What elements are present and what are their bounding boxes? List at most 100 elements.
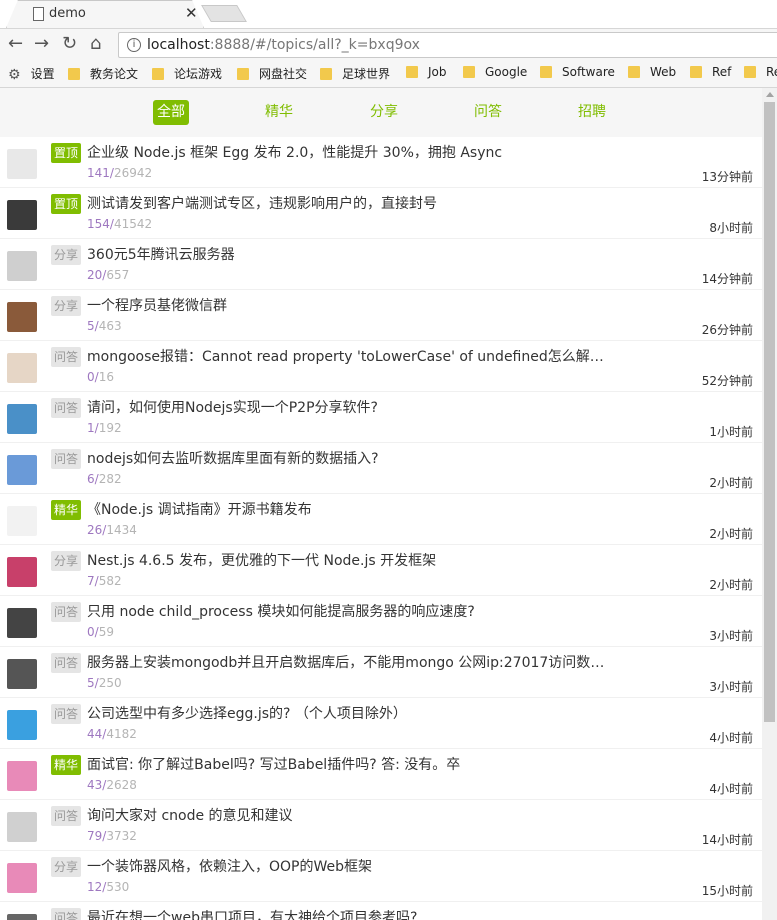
avatar[interactable] xyxy=(7,710,37,740)
avatar[interactable] xyxy=(7,404,37,434)
forward-arrow-icon[interactable]: → xyxy=(34,34,49,54)
topic-title-link[interactable]: nodejs如何去监听数据库里面有新的数据插入? xyxy=(87,448,607,470)
topic-title-link[interactable]: 360元5年腾讯云服务器 xyxy=(87,244,607,266)
topic-title-link[interactable]: 只用 node child_process 模块如何能提高服务器的响应速度? xyxy=(87,601,607,623)
avatar[interactable] xyxy=(7,761,37,791)
avatar[interactable] xyxy=(7,149,37,179)
scrollbar-thumb[interactable] xyxy=(764,102,775,722)
bookmark-item[interactable]: 足球世界 xyxy=(320,65,390,82)
browser-tab[interactable]: demo ✕ xyxy=(6,0,204,28)
topic-title-link[interactable]: 一个程序员基佬微信群 xyxy=(87,295,607,317)
new-tab-button[interactable] xyxy=(201,5,247,22)
avatar[interactable] xyxy=(7,812,37,842)
topic-tab[interactable]: 分享 xyxy=(366,100,402,125)
topic-title-link[interactable]: 最近在想一个web串口项目，有大神给个项目参考吗? xyxy=(87,907,607,920)
avatar[interactable] xyxy=(7,251,37,281)
avatar[interactable] xyxy=(7,608,37,638)
reply-visit-count: 141/26942 xyxy=(87,166,152,180)
avatar[interactable] xyxy=(7,302,37,332)
visit-count: 1434 xyxy=(106,523,137,537)
topic-row[interactable]: 分享 一个装饰器风格，依赖注入，OOP的Web框架 12/530 15小时前 xyxy=(0,851,762,902)
avatar[interactable] xyxy=(7,863,37,893)
topic-row[interactable]: 问答 只用 node child_process 模块如何能提高服务器的响应速度?… xyxy=(0,596,762,647)
topic-title-link[interactable]: 一个装饰器风格，依赖注入，OOP的Web框架 xyxy=(87,856,607,878)
bookmark-item[interactable]: ⚙ 设置 xyxy=(8,65,55,83)
topic-row[interactable]: 问答 请问，如何使用Nodejs实现一个P2P分享软件? 1/192 1小时前 xyxy=(0,392,762,443)
topic-title-link[interactable]: 测试请发到客户端测试专区，违规影响用户的，直接封号 xyxy=(87,193,607,215)
topic-title-link[interactable]: mongoose报错：Cannot read property 'toLower… xyxy=(87,346,607,368)
topic-row[interactable]: 问答 mongoose报错：Cannot read property 'toLow… xyxy=(0,341,762,392)
topic-title-link[interactable]: Nest.js 4.6.5 发布，更优雅的下一代 Node.js 开发框架 xyxy=(87,550,607,572)
reply-count: 7 xyxy=(87,574,95,588)
close-tab-icon[interactable]: ✕ xyxy=(185,4,198,22)
reply-count: 43 xyxy=(87,778,103,792)
topic-row[interactable]: 问答 询问大家对 cnode 的意见和建议 79/3732 14小时前 xyxy=(0,800,762,851)
bookmark-item[interactable]: Ref xyxy=(690,65,731,79)
bookmark-item[interactable]: 网盘社交 xyxy=(237,65,307,82)
topic-tab[interactable]: 问答 xyxy=(470,100,506,125)
topic-row[interactable]: 问答 服务器上安装mongodb并且开启数据库后，不能用mongo 公网ip:27… xyxy=(0,647,762,698)
topic-tab[interactable]: 招聘 xyxy=(574,100,610,125)
topic-row[interactable]: 分享 360元5年腾讯云服务器 20/657 14分钟前 xyxy=(0,239,762,290)
folder-icon xyxy=(237,68,249,80)
reply-count: 0 xyxy=(87,625,95,639)
gear-icon: ⚙ xyxy=(8,67,21,83)
visit-count: 26942 xyxy=(113,166,153,180)
last-reply-time: 2小时前 xyxy=(709,578,753,592)
bookmark-item[interactable]: Web xyxy=(628,65,676,79)
avatar[interactable] xyxy=(7,506,37,536)
home-icon[interactable]: ⌂ xyxy=(90,34,101,54)
avatar[interactable] xyxy=(7,557,37,587)
topic-title-link[interactable]: 请问，如何使用Nodejs实现一个P2P分享软件? xyxy=(87,397,607,419)
avatar[interactable] xyxy=(7,659,37,689)
avatar[interactable] xyxy=(7,455,37,485)
topic-row[interactable]: 置顶 企业级 Node.js 框架 Egg 发布 2.0，性能提升 30%，拥抱 … xyxy=(0,137,762,188)
avatar[interactable] xyxy=(7,200,37,230)
topic-tab[interactable]: 精华 xyxy=(261,100,297,125)
topic-title-link[interactable]: 面试官: 你了解过Babel吗? 写过Babel插件吗? 答: 没有。卒 xyxy=(87,754,607,776)
bookmark-item[interactable]: Google xyxy=(463,65,527,79)
topic-tag-badge: 问答 xyxy=(51,908,82,920)
topic-row[interactable]: 问答 公司选型中有多少选择egg.js的? （个人项目除外） 44/4182 4小时前 xyxy=(0,698,762,749)
topic-tag-badge: 问答 xyxy=(51,347,82,367)
url-text[interactable]: localhost:8888/#/topics/all?_k=bxq9ox xyxy=(147,37,420,53)
bookmark-item[interactable]: 论坛游戏 xyxy=(152,65,222,82)
topic-row[interactable]: 问答 nodejs如何去监听数据库里面有新的数据插入? 6/282 2小时前 xyxy=(0,443,762,494)
topic-title-link[interactable]: 询问大家对 cnode 的意见和建议 xyxy=(87,805,607,827)
bookmark-item[interactable]: 教务论文 xyxy=(68,65,138,82)
topic-title-link[interactable]: 服务器上安装mongodb并且开启数据库后，不能用mongo 公网ip:2701… xyxy=(87,652,607,674)
topic-title-link[interactable]: 《Node.js 调试指南》开源书籍发布 xyxy=(87,499,607,521)
topic-tab[interactable]: 全部 xyxy=(153,100,189,125)
topic-row[interactable]: 分享 一个程序员基佬微信群 5/463 26分钟前 xyxy=(0,290,762,341)
topic-title-link[interactable]: 公司选型中有多少选择egg.js的? （个人项目除外） xyxy=(87,703,607,725)
bookmark-item[interactable]: Re xyxy=(744,65,777,79)
avatar[interactable] xyxy=(7,353,37,383)
bookmark-item[interactable]: Job xyxy=(406,65,447,79)
topic-tag-badge: 问答 xyxy=(51,704,82,724)
scroll-up-icon[interactable] xyxy=(766,92,774,97)
avatar[interactable] xyxy=(7,914,37,920)
reply-visit-count: 0/59 xyxy=(87,625,114,639)
file-icon xyxy=(33,7,44,21)
topic-row[interactable]: 精华 《Node.js 调试指南》开源书籍发布 26/1434 2小时前 xyxy=(0,494,762,545)
folder-icon xyxy=(463,66,475,78)
address-bar[interactable]: i localhost:8888/#/topics/all?_k=bxq9ox xyxy=(118,32,777,58)
topic-title-link[interactable]: 企业级 Node.js 框架 Egg 发布 2.0，性能提升 30%，拥抱 As… xyxy=(87,142,607,164)
topic-tag-badge: 问答 xyxy=(51,449,82,469)
bookmark-item[interactable]: Software xyxy=(540,65,615,79)
scrollbar[interactable] xyxy=(762,88,777,920)
topic-row[interactable]: 分享 Nest.js 4.6.5 发布，更优雅的下一代 Node.js 开发框架 7… xyxy=(0,545,762,596)
reload-icon[interactable]: ↻ xyxy=(62,34,77,54)
topic-tag-badge: 分享 xyxy=(51,245,82,265)
topic-row[interactable]: 问答 最近在想一个web串口项目，有大神给个项目参考吗? xyxy=(0,902,762,920)
reply-count: 1 xyxy=(87,421,95,435)
bookmark-label: 论坛游戏 xyxy=(174,67,223,81)
last-reply-time: 1小时前 xyxy=(709,425,753,439)
bookmark-label: 设置 xyxy=(30,67,55,81)
topic-row[interactable]: 精华 面试官: 你了解过Babel吗? 写过Babel插件吗? 答: 没有。卒 43… xyxy=(0,749,762,800)
visit-count: 16 xyxy=(98,370,114,384)
topic-row[interactable]: 置顶 测试请发到客户端测试专区，违规影响用户的，直接封号 154/41542 8小时前 xyxy=(0,188,762,239)
back-arrow-icon[interactable]: ← xyxy=(8,34,23,54)
visit-count: 4182 xyxy=(106,727,137,741)
info-icon[interactable]: i xyxy=(127,38,141,52)
